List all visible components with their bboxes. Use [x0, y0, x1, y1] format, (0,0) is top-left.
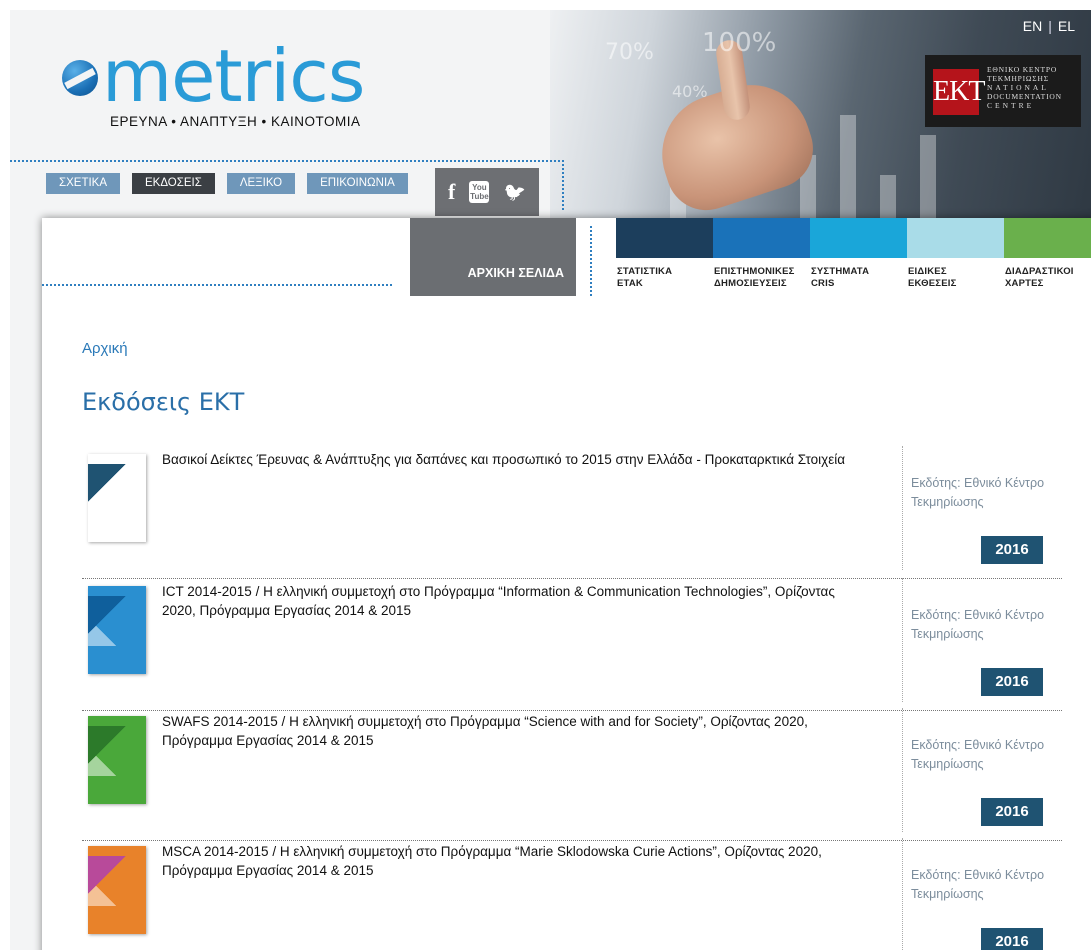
publication-year-badge: 2016	[981, 668, 1043, 696]
lang-el-link[interactable]: EL	[1052, 18, 1081, 34]
category-color-bar	[907, 218, 1004, 258]
twitter-icon[interactable]: 🐦	[504, 182, 526, 203]
category-label: ΕΠΙΣΤΗΜΟΝΙΚΕΣ ΔΗΜΟΣΙΕΥΣΕΙΣ	[714, 266, 795, 289]
publication-publisher: Εκδότης: Εθνικό Κέντρο Τεκμηρίωσης	[911, 738, 1045, 771]
logo-globe-icon	[62, 60, 98, 96]
category-color-bar	[1004, 218, 1091, 258]
cover-graphic	[88, 464, 132, 514]
nav-contact[interactable]: ΕΠΙΚΟΙΝΩΝΙΑ	[307, 173, 408, 194]
category-color-bar	[616, 218, 713, 258]
chart-arrow-graphic	[840, 115, 856, 225]
nav-about[interactable]: ΣΧΕΤΙΚΑ	[46, 173, 121, 194]
publication-meta: Εκδότης: Εθνικό Κέντρο Τεκμηρίωσης 2016	[902, 446, 1053, 570]
photo-percent-label: 40%	[672, 82, 708, 101]
category-label: ΣΤΑΤΙΣΤΙΚΑ ΕΤΑΚ	[617, 266, 673, 289]
cover-graphic	[88, 596, 132, 646]
publication-title[interactable]: Βασικοί Δείκτες Έρευνας & Ανάπτυξης για …	[162, 450, 862, 469]
photo-percent-label: 70%	[605, 40, 654, 65]
category-cris-systems[interactable]: ΣΥΣΤΗΜΑΤΑ CRIS	[810, 218, 907, 290]
publication-meta: Εκδότης: Εθνικό Κέντρο Τεκμηρίωσης 2016	[902, 708, 1053, 832]
content-card: ΑΡΧΙΚΗ ΣΕΛΙΔΑ ΣΤΑΤΙΣΤΙΚΑ ΕΤΑΚ ΕΠΙΣΤΗΜΟΝΙΚ…	[42, 218, 1091, 950]
breadcrumb-home-link[interactable]: Αρχική	[82, 340, 128, 357]
category-label: ΕΙΔΙΚΕΣ ΕΚΘΕΣΕΙΣ	[908, 266, 957, 289]
site-logo[interactable]: metrics ΕΡΕΥΝΑ • ΑΝΑΠΤΥΞΗ • ΚΑΙΝΟΤΟΜΙΑ	[62, 34, 365, 129]
dotted-divider	[10, 160, 564, 162]
publication-year-badge: 2016	[981, 798, 1043, 826]
dotted-divider	[562, 160, 564, 210]
page-title: Εκδόσεις ΕΚΤ	[82, 388, 245, 416]
chart-arrow-graphic	[920, 135, 936, 225]
publication-item: Βασικοί Δείκτες Έρευνας & Ανάπτυξης για …	[82, 446, 1062, 579]
logo-tagline: ΕΡΕΥΝΑ • ΑΝΑΠΤΥΞΗ • ΚΑΙΝΟΤΟΜΙΑ	[110, 114, 361, 129]
publication-cover[interactable]	[88, 716, 146, 804]
dotted-divider	[42, 284, 392, 286]
cover-graphic	[88, 856, 132, 906]
category-label: ΣΥΣΤΗΜΑΤΑ CRIS	[811, 266, 870, 289]
publication-publisher: Εκδότης: Εθνικό Κέντρο Τεκμηρίωσης	[911, 868, 1045, 901]
photo-percent-label: 100%	[702, 28, 777, 58]
nav-publications[interactable]: ΕΚΔΟΣΕΙΣ	[132, 173, 215, 194]
publication-year-badge: 2016	[981, 536, 1043, 564]
category-color-bar	[810, 218, 907, 258]
publication-cover[interactable]	[88, 586, 146, 674]
category-special-reports[interactable]: ΕΙΔΙΚΕΣ ΕΚΘΕΣΕΙΣ	[907, 218, 1004, 290]
category-color-bar	[713, 218, 810, 258]
social-links: f You Tube 🐦	[435, 168, 539, 216]
publication-title[interactable]: SWAFS 2014-2015 / Η ελληνική συμμετοχή σ…	[162, 712, 862, 750]
facebook-icon[interactable]: f	[448, 179, 455, 205]
publication-item: MSCA 2014-2015 / Η ελληνική συμμετοχή στ…	[82, 838, 1062, 950]
youtube-icon[interactable]: You Tube	[469, 181, 490, 203]
lang-en-link[interactable]: EN	[1017, 18, 1048, 34]
category-statistics[interactable]: ΣΤΑΤΙΣΤΙΚΑ ΕΤΑΚ	[616, 218, 713, 290]
nav-glossary[interactable]: ΛΕΞΙΚΟ	[226, 173, 296, 194]
logo-wordmark: metrics	[102, 34, 365, 118]
ekt-logo-text: ΕΘΝΙΚΟ ΚΕΝΤΡΟ ΤΕΚΜΗΡΙΩΣΗΣ NATIONAL DOCUM…	[987, 65, 1062, 110]
publication-meta: Εκδότης: Εθνικό Κέντρο Τεκμηρίωσης 2016	[902, 578, 1053, 702]
publication-meta: Εκδότης: Εθνικό Κέντρο Τεκμηρίωσης 2016	[902, 838, 1053, 950]
category-interactive-maps[interactable]: ΔΙΑΔΡΑΣΤΙΚΟΙ ΧΑΡΤΕΣ	[1004, 218, 1091, 290]
language-switcher: EN | EL	[1017, 18, 1081, 34]
publication-cover[interactable]	[88, 846, 146, 934]
ekt-logo-mark: EKT	[933, 69, 985, 115]
publication-title[interactable]: ICT 2014-2015 / Η ελληνική συμμετοχή στο…	[162, 582, 862, 620]
publication-title[interactable]: MSCA 2014-2015 / Η ελληνική συμμετοχή στ…	[162, 842, 862, 880]
cover-graphic	[88, 726, 132, 776]
site-header: metrics ΕΡΕΥΝΑ • ΑΝΑΠΤΥΞΗ • ΚΑΙΝΟΤΟΜΙΑ 7…	[10, 10, 1091, 225]
category-label: ΔΙΑΔΡΑΣΤΙΚΟΙ ΧΑΡΤΕΣ	[1005, 266, 1074, 289]
browser-page: metrics ΕΡΕΥΝΑ • ΑΝΑΠΤΥΞΗ • ΚΑΙΝΟΤΟΜΙΑ 7…	[10, 10, 1091, 950]
publication-year-badge: 2016	[981, 928, 1043, 950]
publication-publisher: Εκδότης: Εθνικό Κέντρο Τεκμηρίωσης	[911, 476, 1045, 509]
dotted-divider	[590, 226, 592, 296]
publication-publisher: Εκδότης: Εθνικό Κέντρο Τεκμηρίωσης	[911, 608, 1045, 641]
home-page-button[interactable]: ΑΡΧΙΚΗ ΣΕΛΙΔΑ	[410, 218, 576, 296]
ekt-logo-panel[interactable]: EKT ΕΘΝΙΚΟ ΚΕΝΤΡΟ ΤΕΚΜΗΡΙΩΣΗΣ NATIONAL D…	[925, 55, 1081, 127]
publication-cover[interactable]	[88, 454, 146, 542]
category-scientific-publications[interactable]: ΕΠΙΣΤΗΜΟΝΙΚΕΣ ΔΗΜΟΣΙΕΥΣΕΙΣ	[713, 218, 810, 290]
publication-item: ICT 2014-2015 / Η ελληνική συμμετοχή στο…	[82, 578, 1062, 711]
top-navigation: ΣΧΕΤΙΚΑ ΕΚΔΟΣΕΙΣ ΛΕΞΙΚΟ ΕΠΙΚΟΙΝΩΝΙΑ	[46, 173, 408, 194]
publication-item: SWAFS 2014-2015 / Η ελληνική συμμετοχή σ…	[82, 708, 1062, 841]
